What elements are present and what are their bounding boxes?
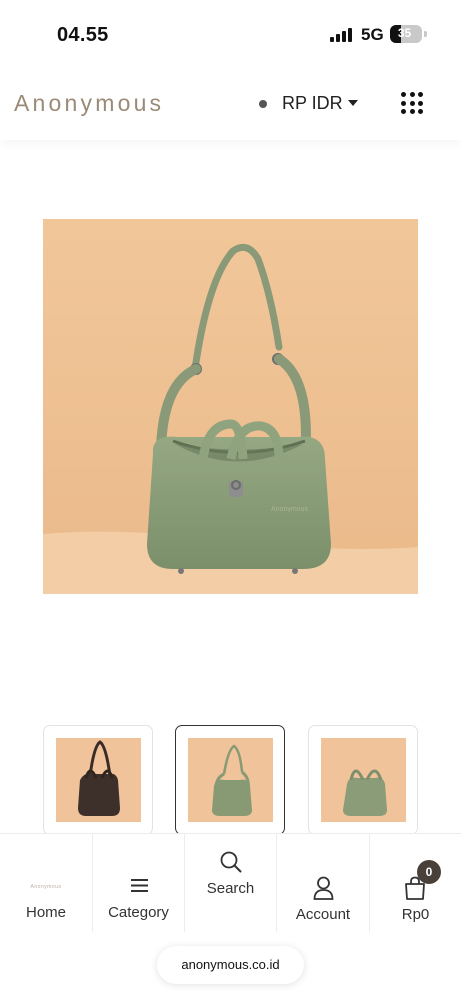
signal-bars-icon — [330, 28, 354, 42]
home-logo-icon: Anonymous — [30, 884, 62, 890]
app-header: Anonymous RP IDR — [0, 68, 461, 140]
cart-count-badge: 0 — [417, 860, 441, 884]
user-icon — [313, 876, 334, 900]
black-handbag-thumbnail — [56, 738, 141, 822]
bottom-navigation: Anonymous Home Category Search Account R… — [0, 833, 461, 932]
status-time: 04.55 — [57, 24, 109, 46]
nav-category-label: Category — [108, 904, 169, 921]
image-watermark: Anonymous — [271, 506, 308, 513]
hamburger-icon — [131, 879, 148, 892]
nav-home[interactable]: Anonymous Home — [0, 834, 93, 932]
thumbnail-3[interactable] — [308, 725, 418, 835]
nav-account-label: Account — [295, 906, 351, 923]
battery-icon: 35 — [390, 25, 422, 43]
thumbnail-2[interactable] — [175, 725, 285, 835]
phone-screen: 04.55 5G 35 Anonymous RP IDR Anonymous A… — [0, 0, 461, 1000]
network-label: 5G — [361, 25, 384, 44]
nav-account[interactable]: Account — [277, 834, 370, 932]
status-bar: 04.55 5G 35 — [0, 0, 461, 68]
thumbnail-1[interactable] — [43, 725, 153, 835]
green-handbag-side-thumbnail — [321, 738, 406, 822]
green-handbag-photo: Anonymous — [43, 219, 418, 594]
nav-category[interactable]: Category — [93, 834, 185, 932]
nav-search-label: Search — [206, 880, 255, 897]
currency-selector[interactable]: RP IDR — [282, 93, 343, 114]
chevron-down-icon[interactable] — [348, 100, 358, 106]
nav-home-label: Home — [25, 904, 66, 921]
brand-logo[interactable]: Anonymous — [14, 90, 164, 117]
battery-level: 35 — [397, 26, 412, 40]
green-handbag-thumbnail — [188, 738, 273, 822]
battery-tip — [424, 31, 427, 37]
grid-dots-icon[interactable] — [401, 92, 423, 114]
nav-search[interactable]: Search — [185, 834, 277, 932]
currency-dot-icon — [259, 100, 267, 108]
browser-url-bar[interactable]: anonymous.co.id — [157, 946, 304, 984]
search-icon — [220, 851, 242, 873]
nav-cart-label: Rp0 — [401, 906, 430, 923]
product-main-image[interactable]: Anonymous — [43, 219, 418, 594]
nav-cart[interactable]: Rp0 — [370, 834, 461, 932]
